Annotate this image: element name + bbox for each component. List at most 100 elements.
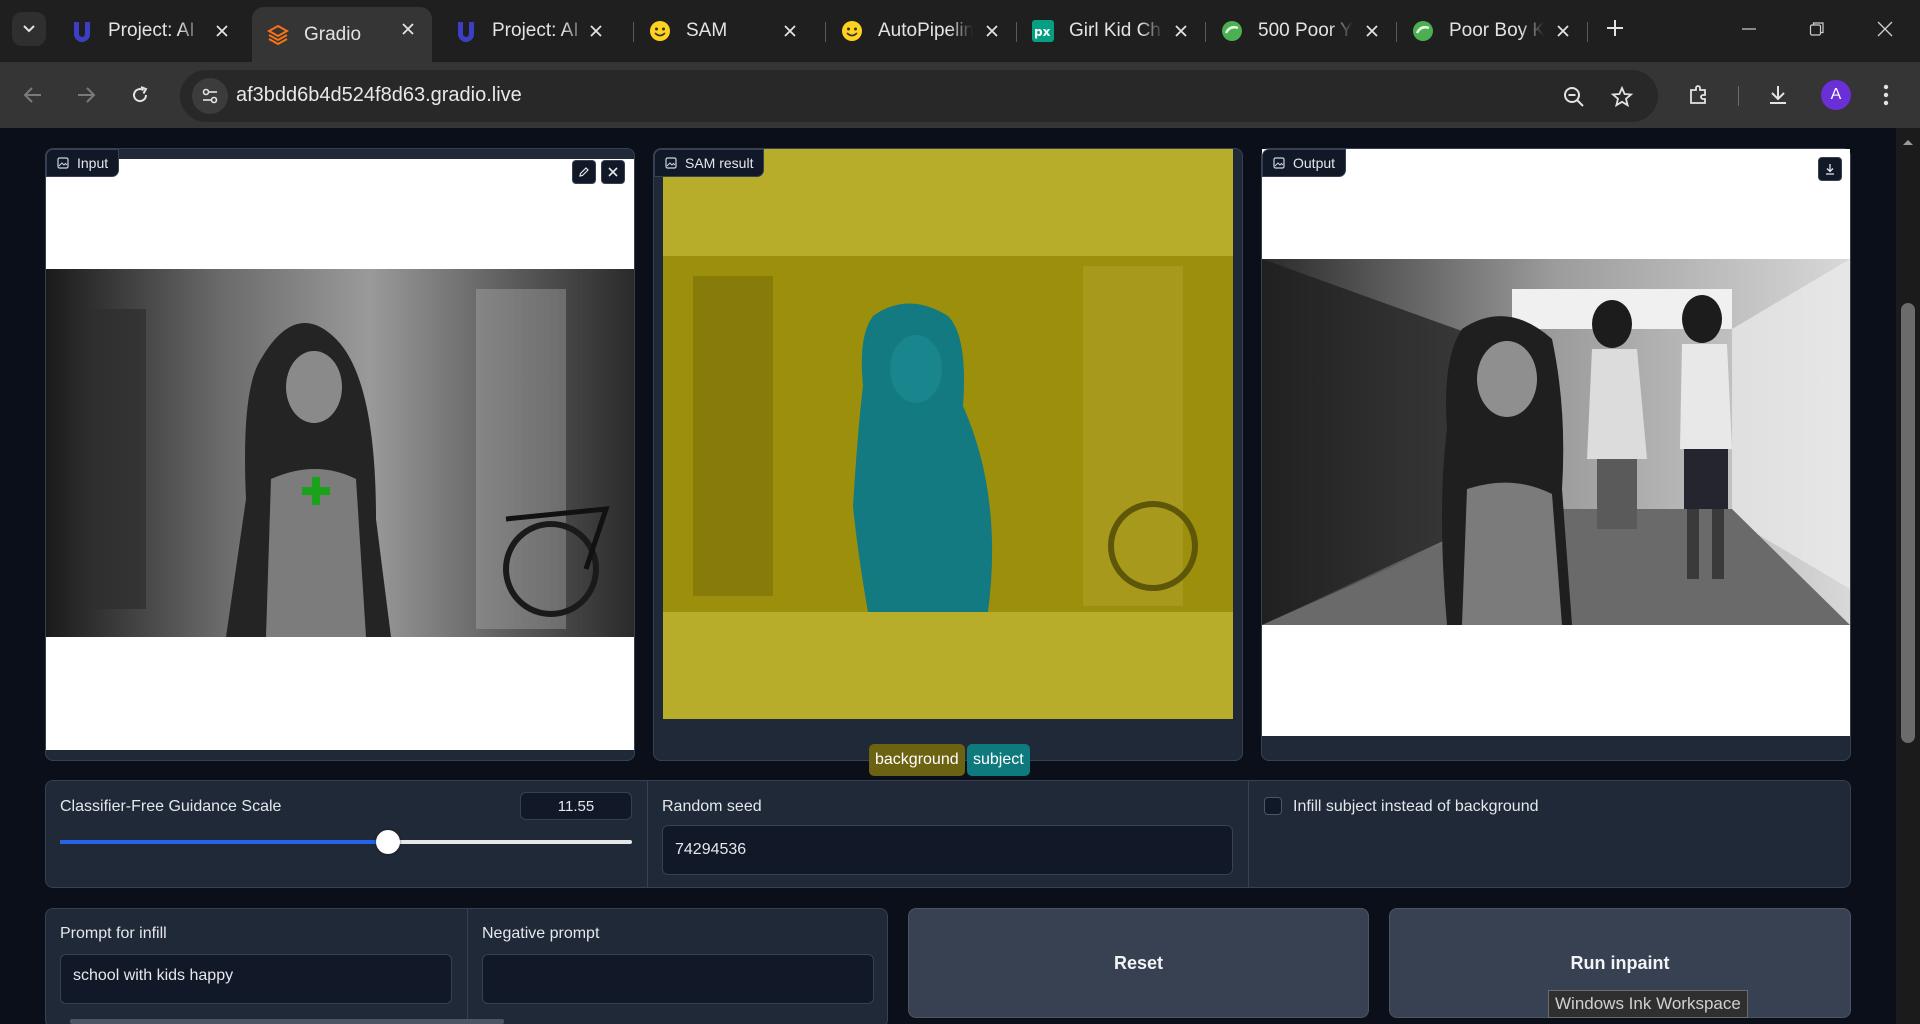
minimize-window-button[interactable] xyxy=(1734,14,1764,44)
tab-label: Gradio xyxy=(304,23,362,45)
close-window-button[interactable] xyxy=(1870,14,1900,44)
reload-icon xyxy=(133,86,148,103)
prompt-label: Prompt for infill xyxy=(60,925,167,942)
close-icon[interactable] xyxy=(1551,19,1575,43)
close-icon[interactable] xyxy=(1360,19,1384,43)
guidance-slider-thumb[interactable] xyxy=(375,830,400,854)
project-logo-icon xyxy=(70,19,94,43)
downloads-button[interactable] xyxy=(1762,79,1794,111)
restore-window-button[interactable] xyxy=(1802,14,1832,44)
prompt-textarea[interactable]: school with kids happy xyxy=(60,954,452,1004)
pexels-logo-icon: px xyxy=(1031,19,1055,43)
url-text[interactable]: af3bdd6b4d524f8d63.gradio.live xyxy=(236,84,522,107)
new-tab-button[interactable] xyxy=(1600,13,1630,43)
forward-button[interactable] xyxy=(70,79,102,111)
sam-result-panel: SAM result background subject xyxy=(653,148,1243,776)
column-divider xyxy=(467,909,468,1024)
tab-label: 500 Poor Y xyxy=(1258,20,1353,41)
input-photo-girl xyxy=(46,269,634,637)
profile-avatar[interactable]: A xyxy=(1821,80,1851,110)
browser-tab-active[interactable]: Gradio xyxy=(252,7,432,62)
download-output-button[interactable] xyxy=(1818,157,1842,181)
hugging-face-icon xyxy=(840,19,864,43)
close-icon xyxy=(608,167,618,177)
close-icon[interactable] xyxy=(1169,19,1193,43)
seed-label: Random seed xyxy=(662,798,762,815)
close-icon[interactable] xyxy=(778,19,802,43)
back-button[interactable] xyxy=(17,79,49,111)
vertical-scrollbar[interactable] xyxy=(1896,128,1920,1024)
seed-input[interactable]: 74294536 xyxy=(662,825,1233,875)
chevron-down-icon xyxy=(23,25,35,33)
green-globe-icon xyxy=(1411,19,1435,43)
sam-result-image xyxy=(663,149,1233,719)
tab-search-button[interactable] xyxy=(12,12,46,46)
browser-menu-button[interactable] xyxy=(1870,79,1902,111)
infill-subject-label[interactable]: Infill subject instead of background xyxy=(1293,798,1538,816)
scroll-up-arrow-icon xyxy=(1903,140,1913,145)
guidance-number-input[interactable]: 11.55 xyxy=(520,792,632,820)
bookmark-button[interactable] xyxy=(1608,83,1636,111)
sam-mask-photo xyxy=(663,256,1233,612)
close-icon[interactable] xyxy=(396,17,420,41)
browser-tab-strip: Project: AI Gradio Project: AI SAM AutoP… xyxy=(0,0,1920,62)
image-icon xyxy=(57,157,69,169)
star-icon xyxy=(1611,86,1633,108)
tune-icon xyxy=(202,88,218,104)
negative-prompt-textarea[interactable] xyxy=(482,954,874,1004)
edit-image-button[interactable] xyxy=(572,160,596,184)
browser-tab[interactable]: Project: AI xyxy=(440,9,620,53)
zoom-button[interactable] xyxy=(1560,83,1588,111)
prompt-panel: Prompt for infill school with kids happy… xyxy=(45,908,888,1024)
tab-divider xyxy=(1587,22,1588,42)
input-image-label: Input xyxy=(46,149,120,177)
column-divider xyxy=(1248,781,1249,887)
browser-tab[interactable]: Project: AI xyxy=(56,9,246,53)
reset-button[interactable]: Reset xyxy=(908,908,1369,1018)
site-info-button[interactable] xyxy=(192,78,228,114)
extensions-button[interactable] xyxy=(1683,79,1715,111)
output-image-label: Output xyxy=(1262,149,1347,177)
browser-tab[interactable]: px Girl Kid Ch xyxy=(1017,9,1205,53)
svg-text:px: px xyxy=(1034,25,1051,39)
input-image-panel: Input xyxy=(45,148,635,761)
clear-image-button[interactable] xyxy=(601,160,625,184)
vertical-scrollbar-thumb[interactable] xyxy=(1901,303,1915,743)
address-bar[interactable]: af3bdd6b4d524f8d63.gradio.live xyxy=(180,70,1658,122)
close-icon[interactable] xyxy=(210,19,234,43)
horizontal-scrollbar-thumb[interactable] xyxy=(70,1019,504,1024)
close-icon[interactable] xyxy=(584,19,608,43)
infill-subject-checkbox[interactable] xyxy=(1264,797,1282,815)
legend-background-label: background xyxy=(875,751,959,768)
close-icon xyxy=(1877,21,1893,37)
output-photo-kids xyxy=(1262,259,1850,625)
column-divider xyxy=(647,781,648,887)
browser-tab[interactable]: SAM xyxy=(634,9,814,53)
output-image-label-text: Output xyxy=(1293,155,1336,171)
input-image-label-text: Input xyxy=(77,155,109,171)
image-icon xyxy=(665,157,677,169)
tab-label: Girl Kid Ch xyxy=(1069,20,1161,41)
browser-tab[interactable]: AutoPipeline xyxy=(826,9,1016,53)
guidance-slider-track[interactable] xyxy=(60,830,632,854)
green-globe-icon xyxy=(1220,19,1244,43)
browser-tab[interactable]: Poor Boy K xyxy=(1397,9,1587,53)
arrow-left-icon xyxy=(23,87,41,103)
gradio-app: Input SAM result background subject Outp… xyxy=(0,128,1920,1024)
legend-background: background xyxy=(869,744,965,776)
output-image xyxy=(1262,149,1850,736)
plus-icon xyxy=(1607,20,1623,36)
image-icon xyxy=(1273,157,1285,169)
browser-toolbar: af3bdd6b4d524f8d63.gradio.live A xyxy=(0,62,1920,128)
browser-tab[interactable]: 500 Poor Y xyxy=(1206,9,1396,53)
close-icon[interactable] xyxy=(980,19,1004,43)
negative-prompt-label: Negative prompt xyxy=(482,925,600,942)
pencil-icon xyxy=(579,167,589,177)
gradio-logo-icon xyxy=(266,23,290,47)
legend-subject: subject xyxy=(967,744,1030,776)
input-image-canvas[interactable] xyxy=(46,159,634,750)
toolbar-divider xyxy=(1738,86,1739,106)
reload-button[interactable] xyxy=(124,79,156,111)
puzzle-icon xyxy=(1690,85,1706,104)
tooltip: Windows Ink Workspace xyxy=(1548,990,1748,1018)
